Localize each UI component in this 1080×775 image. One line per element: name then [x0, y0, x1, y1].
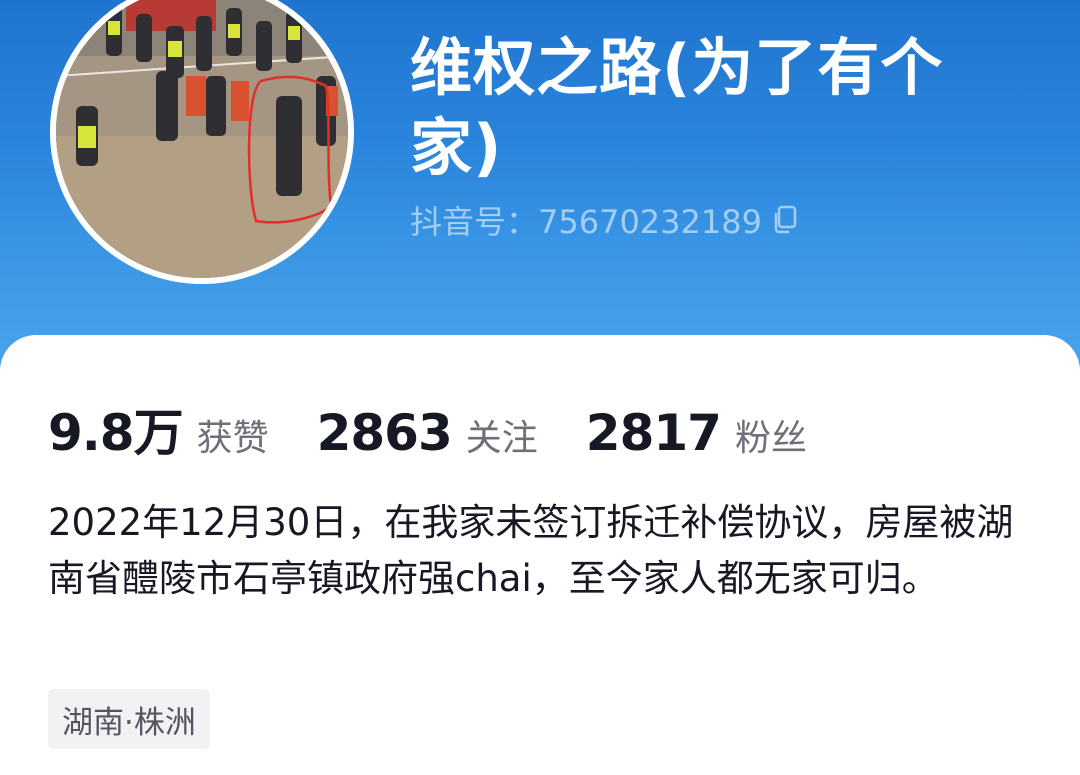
stat-followers-label: 粉丝 — [734, 418, 807, 459]
location-tag[interactable]: 湖南·株洲 — [48, 689, 210, 749]
douyin-id-row[interactable]: 抖音号：75670232189 — [410, 198, 798, 242]
stat-following-label: 关注 — [465, 418, 538, 459]
douyin-id-text: 抖音号：75670232189 — [410, 203, 762, 241]
profile-nickname: 维权之路(为了有个家) — [410, 31, 944, 184]
profile-bio: 2022年12月30日，在我家未签订拆迁补偿协议，房屋被湖南省醴陵市石亭镇政府强… — [48, 501, 1014, 600]
stat-following-value: 2863 — [316, 404, 453, 462]
avatar-photo — [56, 0, 348, 278]
profile-card: 9.8万 获赞 2863 关注 2817 粉丝 2022年12月30日，在我家未… — [0, 335, 1080, 775]
stat-followers-value: 2817 — [585, 404, 722, 462]
stat-followers[interactable]: 2817 粉丝 — [586, 404, 807, 462]
stat-likes-value: 9.8万 — [48, 404, 184, 462]
stat-following[interactable]: 2863 关注 — [317, 404, 538, 462]
stat-likes[interactable]: 9.8万 获赞 — [48, 393, 269, 465]
stat-likes-label: 获赞 — [196, 418, 269, 459]
stats-row: 9.8万 获赞 2863 关注 2817 粉丝 — [48, 393, 855, 465]
copy-icon[interactable] — [772, 205, 798, 235]
